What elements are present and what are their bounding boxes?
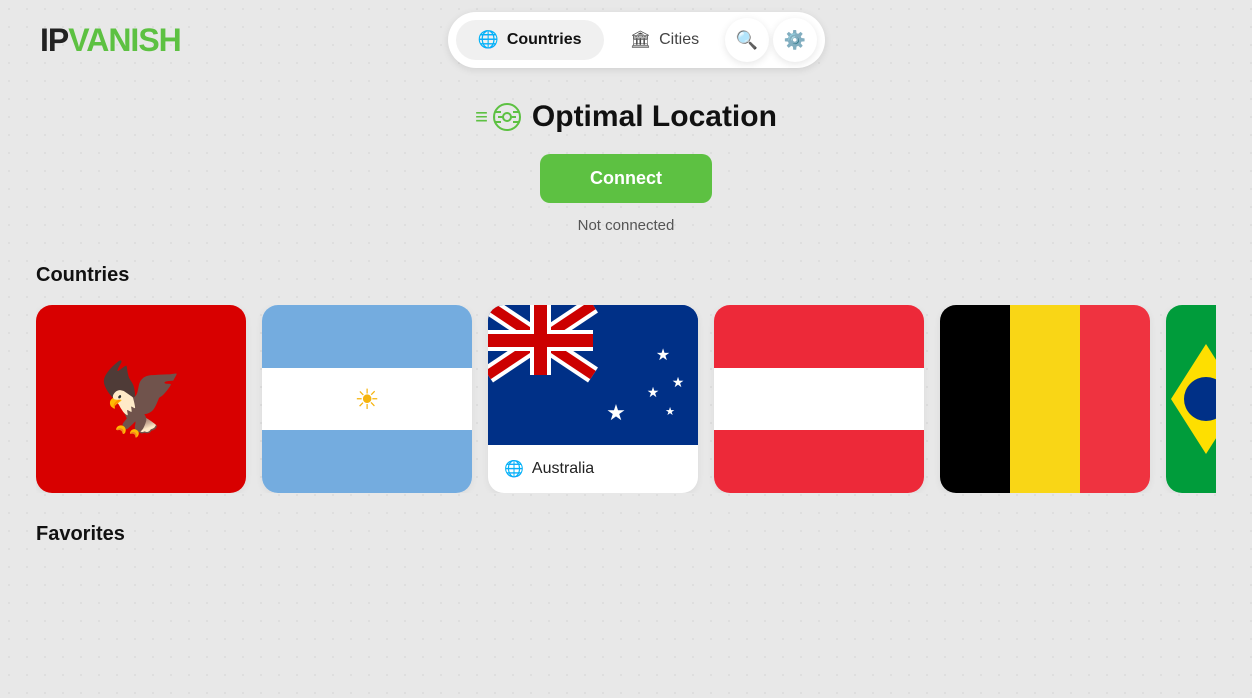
logo-ip: IP [40, 22, 68, 59]
flag-albania: 🦅 [36, 305, 246, 493]
albania-eagle-icon: 🦅 [97, 364, 184, 434]
globe-tab-icon: 🌐 [478, 30, 499, 50]
svg-text:★: ★ [647, 384, 660, 400]
flag-austria [714, 305, 924, 493]
nav-tabs: 🌐 Countries 🏛 Cities 🔍 ⚙️ [448, 12, 825, 68]
cities-tab-icon: 🏛 [630, 30, 652, 50]
austria-mid-stripe [714, 368, 924, 431]
country-card-belgium[interactable]: 🌐 Belgium [940, 305, 1150, 493]
search-button[interactable]: 🔍 [725, 18, 769, 62]
main-center: Optimal Location Connect Not connected [0, 100, 1252, 254]
australia-name: Australia [532, 460, 594, 478]
svg-text:★: ★ [665, 406, 675, 418]
tab-cities-label: Cities [659, 31, 699, 49]
connect-button[interactable]: Connect [540, 154, 712, 203]
australia-globe-icon: 🌐 [504, 459, 524, 479]
logo: IPVANISH [40, 22, 181, 59]
argentina-mid-stripe: ☀ [262, 368, 472, 431]
flag-belgium [940, 305, 1150, 493]
tab-countries-label: Countries [507, 31, 582, 49]
svg-text:★: ★ [606, 400, 626, 425]
flag-brazil [1166, 305, 1216, 493]
country-card-austria[interactable]: 🌐 Austria [714, 305, 924, 493]
country-card-australia[interactable]: ★ ★ ★ ★ ★ 🌐 Australia [488, 305, 698, 493]
countries-section: Countries 🦅 🌐 Albania ☀ [0, 264, 1252, 493]
flag-australia: ★ ★ ★ ★ ★ [488, 305, 698, 445]
favorites-section: Favorites [0, 523, 1252, 546]
australia-label: 🌐 Australia [488, 445, 698, 493]
countries-grid: 🦅 🌐 Albania ☀ 🌐 Argentina [36, 305, 1216, 493]
argentina-sun-icon: ☀ [354, 383, 379, 416]
navbar: IPVANISH 🌐 Countries 🏛 Cities 🔍 ⚙️ [0, 0, 1252, 80]
belgium-yellow-stripe [1010, 305, 1080, 493]
optimal-location-icon [475, 102, 522, 132]
country-card-argentina[interactable]: ☀ 🌐 Argentina [262, 305, 472, 493]
flag-argentina: ☀ [262, 305, 472, 493]
svg-text:★: ★ [656, 347, 670, 364]
argentina-bottom-stripe [262, 430, 472, 493]
argentina-top-stripe [262, 305, 472, 368]
belgium-black-stripe [940, 305, 1010, 493]
logo-vanish: VANISH [68, 22, 181, 59]
gear-icon: ⚙️ [784, 30, 806, 51]
svg-text:★: ★ [672, 374, 685, 390]
connection-status: Not connected [578, 217, 675, 234]
austria-bottom-stripe [714, 430, 924, 493]
optimal-location-text: Optimal Location [532, 100, 777, 134]
country-card-albania[interactable]: 🦅 🌐 Albania [36, 305, 246, 493]
austria-top-stripe [714, 305, 924, 368]
favorites-title: Favorites [36, 523, 1216, 546]
optimal-location: Optimal Location [475, 100, 777, 134]
settings-button[interactable]: ⚙️ [773, 18, 817, 62]
belgium-red-stripe [1080, 305, 1150, 493]
countries-section-title: Countries [36, 264, 1216, 287]
tab-countries[interactable]: 🌐 Countries [456, 20, 604, 60]
search-icon: 🔍 [736, 30, 758, 51]
country-card-brazil[interactable]: 🌐 [1166, 305, 1216, 493]
connect-button-label: Connect [590, 168, 662, 188]
tab-cities[interactable]: 🏛 Cities [608, 20, 722, 60]
